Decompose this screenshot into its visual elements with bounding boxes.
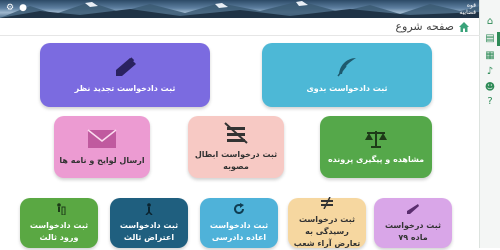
sidebar: ⌂ ▤ ▦ ♪ ☻ ?: [479, 0, 500, 248]
pen-icon: [112, 56, 138, 78]
tile-appeal-petition[interactable]: ثبت دادخواست تجدید نظر: [40, 43, 210, 107]
tile-label: ثبت درخواست ابطال مصوبه: [194, 149, 278, 171]
tile-third-party-entry[interactable]: ثبت دادخواست ورود ثالث: [20, 198, 98, 248]
tile-label: ثبت دادخواست بدوی: [306, 83, 388, 93]
feather-icon: [334, 56, 360, 78]
strikethrough-icon: [221, 121, 251, 144]
sidebar-help-icon[interactable]: ?: [484, 96, 496, 108]
tile-label: ثبت دادخواست ورود ثالث: [29, 220, 89, 242]
sidebar-grid-icon[interactable]: ▦: [484, 50, 496, 62]
quill-icon: [406, 203, 420, 215]
tile-label: مشاهده و پیگیری پرونده: [327, 154, 425, 164]
tile-retrial-petition[interactable]: ثبت دادخواست اعاده دادرسی: [200, 198, 278, 248]
tile-first-instance-petition[interactable]: ثبت دادخواست بدوی: [262, 43, 432, 107]
person-enter-icon: [52, 202, 66, 215]
tile-label: ثبت درخواست ماده ۷۹: [384, 220, 442, 242]
page-header: صفحه شروع: [395, 20, 470, 33]
tile-article-79[interactable]: ثبت درخواست ماده ۷۹: [374, 198, 452, 248]
tile-third-party-objection[interactable]: ثبت دادخواست اعتراض ثالث: [110, 198, 188, 248]
not-equal-icon: [320, 196, 334, 209]
brand-logo-text: قوه قضاییه: [459, 2, 476, 16]
tile-label: ارسال لوایح و نامه ها: [59, 155, 145, 165]
tile-view-case[interactable]: مشاهده و پیگیری پرونده: [320, 116, 432, 178]
header-divider: [0, 35, 480, 36]
refresh-icon: [232, 202, 246, 215]
page-title: صفحه شروع: [395, 20, 454, 33]
envelope-icon: [86, 128, 118, 150]
home-icon: [459, 21, 469, 32]
tile-conflict-resolution[interactable]: ثبت درخواست رسیدگی به تعارض آراء شعب: [288, 196, 366, 248]
tile-label: ثبت دادخواست اعتراض ثالث: [119, 220, 179, 242]
tile-send-briefs[interactable]: ارسال لوایح و نامه ها: [54, 116, 150, 178]
scales-icon: [363, 129, 389, 149]
tile-label: ثبت دادخواست تجدید نظر: [74, 83, 176, 93]
tile-annulment-request[interactable]: ثبت درخواست ابطال مصوبه: [188, 116, 284, 178]
tile-label: ثبت دادخواست اعاده دادرسی: [209, 220, 269, 242]
sidebar-home-icon[interactable]: ⌂: [484, 16, 496, 28]
header-banner: ⚙ ● قوه قضاییه: [0, 0, 480, 18]
person-walk-icon: [142, 202, 156, 215]
gear-icon[interactable]: ⚙: [6, 3, 14, 14]
sidebar-document-icon[interactable]: ▤: [484, 33, 496, 45]
user-icon[interactable]: ●: [19, 3, 27, 14]
sidebar-person-icon[interactable]: ☻: [484, 82, 496, 94]
tile-label: ثبت درخواست رسیدگی به تعارض آراء شعب: [293, 214, 361, 248]
mountain-banner-image: [0, 1, 480, 18]
sidebar-bell-icon[interactable]: ♪: [484, 66, 496, 78]
